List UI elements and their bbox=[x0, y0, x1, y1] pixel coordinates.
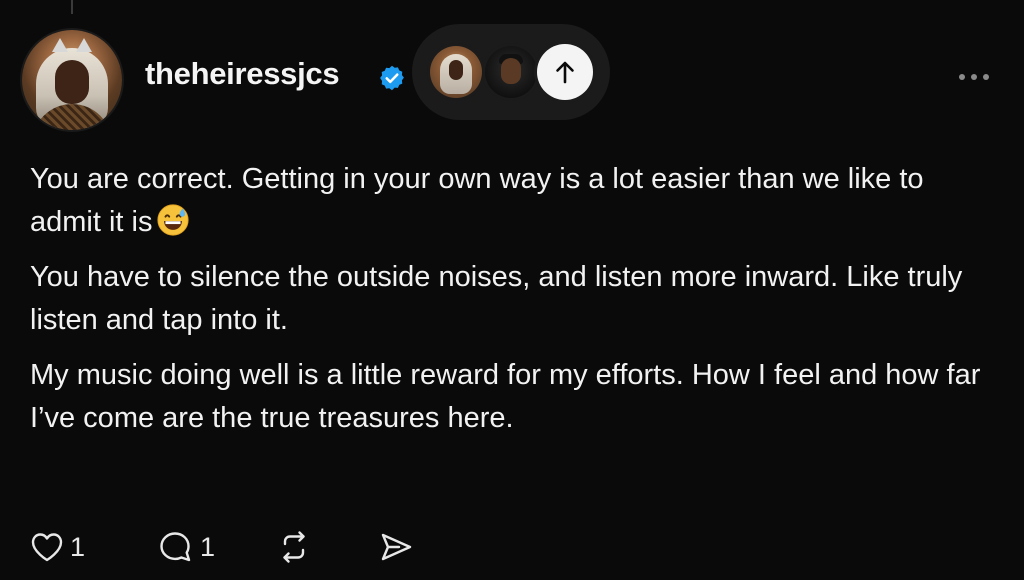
thread-connector-line bbox=[71, 0, 73, 14]
action-bar: 1 1 bbox=[30, 525, 530, 569]
send-icon bbox=[381, 533, 412, 561]
avatar-face bbox=[55, 60, 89, 104]
heart-icon bbox=[31, 533, 63, 562]
repost-button[interactable] bbox=[276, 525, 312, 569]
like-count: 1 bbox=[70, 531, 86, 562]
post-body: You are correct. Getting in your own way… bbox=[30, 158, 1000, 452]
replier-avatar-2 bbox=[485, 46, 537, 98]
post-paragraph: My music doing well is a little reward f… bbox=[30, 359, 981, 434]
more-dot bbox=[983, 74, 989, 80]
reply-button[interactable]: 1 bbox=[158, 525, 215, 569]
avatar-ear-left bbox=[52, 38, 68, 52]
replier-avatar-2-face bbox=[501, 58, 521, 84]
username[interactable]: theheiressjcs bbox=[145, 56, 340, 92]
speech-bubble-icon bbox=[160, 532, 191, 562]
like-button[interactable]: 1 bbox=[30, 525, 85, 569]
more-dot bbox=[971, 74, 977, 80]
share-button[interactable] bbox=[378, 525, 414, 569]
repost-icon bbox=[283, 531, 305, 563]
reply-count: 1 bbox=[200, 531, 216, 562]
thread-post: theheiressjcs You are correct. Getting i… bbox=[0, 0, 1024, 580]
avatar[interactable] bbox=[22, 30, 122, 130]
avatar-ear-right bbox=[76, 38, 92, 52]
more-options-icon[interactable] bbox=[952, 70, 996, 84]
post-paragraph: You have to silence the outside noises, … bbox=[30, 261, 963, 336]
arrow-up-icon bbox=[556, 61, 574, 84]
grinning-face-with-sweat-icon bbox=[157, 204, 190, 236]
scroll-up-button[interactable] bbox=[537, 44, 593, 100]
replier-avatar-1-face bbox=[449, 60, 463, 80]
replier-avatar-1 bbox=[430, 46, 482, 98]
more-dot bbox=[959, 74, 965, 80]
verified-badge-icon bbox=[380, 65, 404, 91]
post-paragraph: You are correct. Getting in your own way… bbox=[30, 158, 1000, 244]
